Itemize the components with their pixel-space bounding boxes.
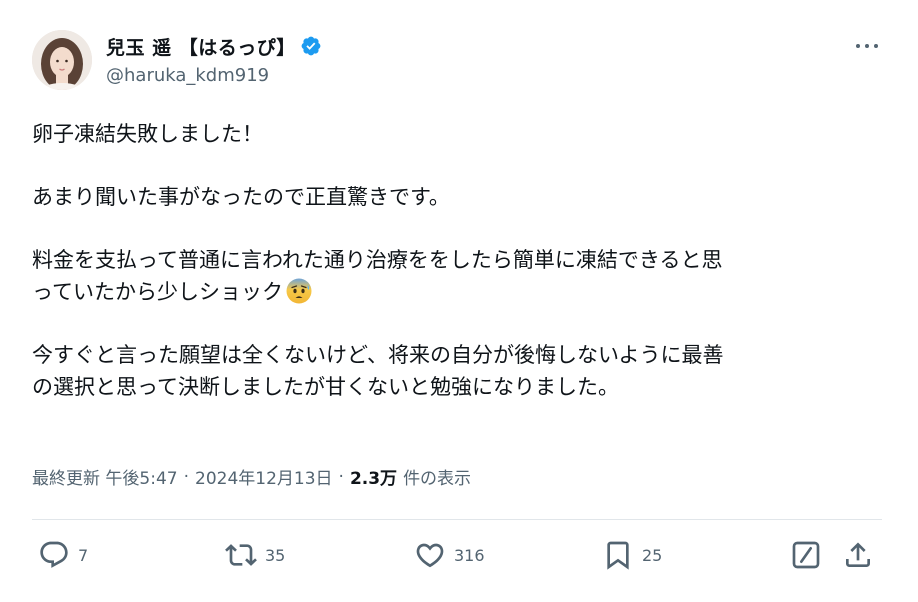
bookmark-button[interactable]: 25 xyxy=(602,538,662,572)
verified-badge-icon[interactable] xyxy=(300,35,322,57)
post-paragraph-line: っていたから少しショック xyxy=(32,280,283,304)
edit-grok-button[interactable] xyxy=(790,538,822,572)
repost-button[interactable]: 35 xyxy=(225,538,285,572)
repost-count: 35 xyxy=(265,545,286,565)
avatar[interactable] xyxy=(32,30,92,90)
reply-button[interactable]: 7 xyxy=(38,538,88,572)
reply-count: 7 xyxy=(78,545,89,565)
post-paragraph-line-with-emoji: っていたから少しショック xyxy=(32,276,882,308)
heart-icon xyxy=(416,543,444,568)
post-text: 卵子凍結失敗しました！ あまり聞いた事がなったので正直驚きです。 料金を支払って… xyxy=(32,118,882,403)
reply-icon xyxy=(40,541,68,568)
post-card: 兒玉 遥 【はるっぴ】 @haruka_kdm919 卵子凍結失敗しました！ あ… xyxy=(0,0,918,602)
slash-box-icon xyxy=(792,541,820,569)
views-label: 件の表示 xyxy=(403,469,472,489)
separator: · xyxy=(338,466,344,487)
bookmark-icon xyxy=(607,541,629,570)
separator: · xyxy=(183,466,189,487)
post-paragraph-line: の選択と思って決断しましたが甘くないと勉強になりました。 xyxy=(32,375,619,399)
post-paragraph: 卵子凍結失敗しました！ xyxy=(32,122,263,146)
bookmark-count: 25 xyxy=(642,545,663,565)
divider xyxy=(32,519,882,520)
repost-icon xyxy=(225,544,257,566)
post-date[interactable]: 2024年12月13日 xyxy=(195,464,333,489)
like-button[interactable]: 316 xyxy=(414,538,485,572)
views-count: 2.3万 xyxy=(349,469,398,489)
post-meta: 最終更新 午後5:47 · 2024年12月13日 · 2.3万 件の表示 xyxy=(32,464,472,490)
more-options-icon[interactable] xyxy=(852,36,882,56)
share-button[interactable] xyxy=(842,538,874,572)
like-count: 316 xyxy=(454,545,485,565)
share-icon xyxy=(846,542,870,567)
edited-time[interactable]: 最終更新 午後5:47 xyxy=(32,464,178,489)
post-paragraph-line: 今すぐと言った願望は全くないけど、将来の自分が後悔しないように最善 xyxy=(32,343,724,367)
post-paragraph: あまり聞いた事がなったので正直驚きです。 xyxy=(32,185,450,209)
author-handle[interactable]: @haruka_kdm919 xyxy=(106,65,269,86)
author-name-row: 兒玉 遥 【はるっぴ】 xyxy=(106,33,322,59)
anxious-face-emoji-icon xyxy=(285,277,313,305)
author-display-name[interactable]: 兒玉 遥 【はるっぴ】 xyxy=(106,33,296,60)
post-paragraph-line: 料金を支払って普通に言われた通り治療ををしたら簡単に凍結できると思 xyxy=(32,248,723,272)
